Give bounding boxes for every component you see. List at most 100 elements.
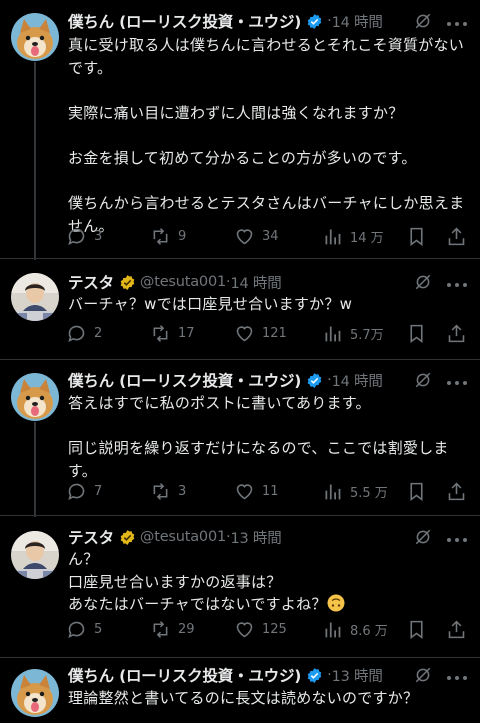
tweet-line	[68, 415, 468, 438]
timestamp[interactable]: 13 時間	[332, 665, 383, 686]
view-count: 5.7万	[350, 327, 384, 343]
heart-icon	[236, 621, 253, 637]
grok-icon[interactable]	[414, 273, 432, 291]
author-name[interactable]: 僕ちん (ローリスク投資・ユウジ)	[68, 10, 301, 32]
like-count: 125	[262, 621, 287, 637]
tweet-line: 理論整然と書いてるのに長文は読めないのですか？	[68, 689, 419, 707]
grok-icon[interactable]	[414, 12, 432, 30]
timestamp[interactable]: 14 時間	[332, 370, 383, 391]
author-name[interactable]: 僕ちん (ローリスク投資・ユウジ)	[68, 369, 301, 391]
reply-count: 2	[94, 325, 103, 341]
tweet-line: お金を損して初めて分かることの方が多いのです。	[68, 148, 417, 167]
avatar[interactable]	[11, 13, 59, 61]
tweet-actions: 2 17 121 5.7万	[66, 322, 470, 344]
reply-button[interactable]: 7	[66, 480, 102, 502]
bookmark-button[interactable]	[406, 480, 427, 502]
like-count: 34	[262, 228, 279, 244]
retweet-icon	[153, 227, 168, 245]
views-chart-icon	[325, 622, 341, 637]
person-photo-avatar-icon	[11, 531, 59, 579]
tweet-line-with-emoji: あなたはバーチャではないですよね？	[68, 593, 468, 616]
shiba-dog-avatar-icon	[11, 669, 59, 717]
author-name[interactable]: テスタ	[68, 271, 114, 293]
more-options-icon[interactable]	[446, 536, 468, 544]
reply-button[interactable]: 2	[66, 322, 102, 344]
view-count: 14 万	[350, 230, 384, 246]
upside-down-face-emoji-icon	[327, 594, 345, 612]
tweet[interactable]: 僕ちん (ローリスク投資・ユウジ) · 14 時間 答えはすでに私のポストに書い…	[0, 360, 480, 517]
like-button[interactable]: 34	[234, 225, 279, 247]
more-options-icon[interactable]	[446, 379, 468, 387]
like-button[interactable]: 11	[234, 480, 279, 502]
avatar[interactable]	[11, 531, 59, 579]
views-button[interactable]: 14 万	[322, 225, 384, 247]
tweet-line	[68, 124, 468, 147]
share-button[interactable]	[446, 225, 467, 247]
timestamp[interactable]: 14 時間	[230, 272, 281, 293]
tweet-line: 僕ちんから言わせるとテスタさんはバーチャにしか思えま	[68, 194, 465, 213]
heart-icon	[236, 325, 253, 341]
bookmark-button[interactable]	[406, 322, 427, 344]
reply-icon	[68, 621, 85, 638]
tweet[interactable]: テスタ @tesuta001 · 14 時間 バーチャ？wでは口座見せ合いますか…	[0, 259, 480, 359]
retweet-button[interactable]: 3	[150, 480, 186, 502]
views-button[interactable]: 5.5 万	[322, 480, 388, 502]
grok-icon[interactable]	[414, 666, 432, 684]
heart-icon	[236, 228, 253, 244]
tweet-line: 口座見せ合いますかの返事は？	[68, 572, 282, 591]
more-options-icon[interactable]	[446, 20, 468, 28]
person-photo-avatar-icon	[11, 273, 59, 321]
verified-badge-icon[interactable]	[306, 667, 323, 684]
retweet-count: 3	[178, 483, 187, 499]
views-button[interactable]: 8.6 万	[322, 618, 388, 640]
avatar[interactable]	[11, 669, 59, 717]
tweet-line: です。	[68, 58, 113, 77]
like-button[interactable]: 121	[234, 322, 287, 344]
handle[interactable]: @tesuta001	[140, 529, 226, 545]
grok-icon[interactable]	[414, 371, 432, 389]
share-button[interactable]	[446, 480, 467, 502]
like-button[interactable]: 125	[234, 618, 287, 640]
verified-badge-icon[interactable]	[306, 13, 323, 30]
reply-button[interactable]: 5	[66, 618, 102, 640]
reply-button[interactable]: 3	[66, 225, 102, 247]
views-button[interactable]: 5.7万	[322, 322, 384, 344]
author-name[interactable]: テスタ	[68, 526, 114, 548]
handle[interactable]: @tesuta001	[140, 274, 226, 290]
thread-connector	[34, 62, 36, 260]
verified-gold-badge-icon[interactable]	[119, 274, 136, 291]
conversation-thread: 僕ちん (ローリスク投資・ユウジ) · 14 時間 真に受け取る人は僕ちんに言わ…	[0, 0, 480, 723]
verified-badge-icon[interactable]	[306, 372, 323, 389]
tweet-line: 答えはすでに私のポストに書いてあります。	[68, 394, 371, 412]
timestamp[interactable]: 14 時間	[332, 11, 383, 32]
share-button[interactable]	[446, 618, 467, 640]
retweet-button[interactable]: 17	[150, 322, 195, 344]
reply-icon	[68, 228, 85, 245]
retweet-button[interactable]: 29	[150, 618, 195, 640]
retweet-button[interactable]: 9	[150, 225, 186, 247]
views-chart-icon	[325, 326, 341, 341]
bookmark-button[interactable]	[406, 618, 427, 640]
heart-icon	[236, 483, 253, 499]
bookmark-icon	[410, 227, 423, 246]
avatar[interactable]	[11, 273, 59, 321]
tweet-line: 同じ説明を繰り返すだけになるので、ここでは割愛しま	[68, 439, 449, 458]
more-options-icon[interactable]	[446, 674, 468, 682]
retweet-count: 9	[178, 228, 187, 244]
reply-count: 5	[94, 621, 103, 637]
tweet[interactable]: 僕ちん (ローリスク投資・ユウジ) · 13 時間 理論整然と書いてるのに長文は…	[0, 658, 480, 723]
more-options-icon[interactable]	[446, 281, 468, 289]
verified-gold-badge-icon[interactable]	[119, 529, 136, 546]
avatar[interactable]	[11, 373, 59, 421]
tweet-line: 真に受け取る人は僕ちんに言わせるとそれこそ資質がない	[68, 36, 465, 54]
share-button[interactable]	[446, 322, 467, 344]
tweet[interactable]: 僕ちん (ローリスク投資・ユウジ) · 14 時間 真に受け取る人は僕ちんに言わ…	[0, 0, 480, 260]
tweet-line: バーチャ？wでは口座見せ合いますか？w	[68, 295, 353, 313]
timestamp[interactable]: 13 時間	[230, 527, 281, 548]
tweet-line: ん？	[68, 550, 99, 568]
grok-icon[interactable]	[414, 528, 432, 546]
retweet-count: 29	[178, 621, 195, 637]
tweet[interactable]: テスタ @tesuta001 · 13 時間 ん？ 口座見せ合いますかの返事は？あ…	[0, 516, 480, 658]
bookmark-button[interactable]	[406, 225, 427, 247]
author-name[interactable]: 僕ちん (ローリスク投資・ユウジ)	[68, 664, 301, 686]
